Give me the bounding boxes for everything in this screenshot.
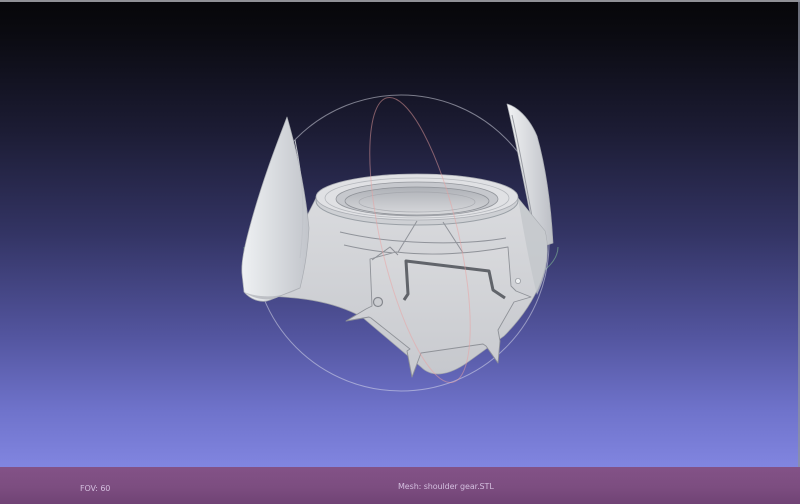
status-bar: FOV: 60 FPS: 476.2 BO_RENDERING Mesh: sh…: [0, 467, 800, 504]
3d-viewport[interactable]: [0, 0, 800, 467]
plate-pin: [515, 277, 522, 284]
hud-mesh-name: Mesh: shoulder gear.STL: [398, 481, 494, 491]
plate-hole: [372, 296, 384, 308]
mesh-scene: [241, 94, 559, 392]
mesh-model: [241, 103, 554, 378]
window-top-border: [0, 0, 800, 2]
hud-render-info: FOV: 60 FPS: 476.2 BO_RENDERING: [80, 470, 142, 504]
meshlab-window: FOV: 60 FPS: 476.2 BO_RENDERING Mesh: sh…: [0, 0, 800, 504]
left-horn: [241, 116, 310, 302]
collar-ring: [315, 173, 519, 226]
hud-fov: FOV: 60: [80, 483, 111, 493]
hud-mesh-info: Mesh: shoulder gear.STL Vertices: 319,78…: [398, 468, 494, 504]
